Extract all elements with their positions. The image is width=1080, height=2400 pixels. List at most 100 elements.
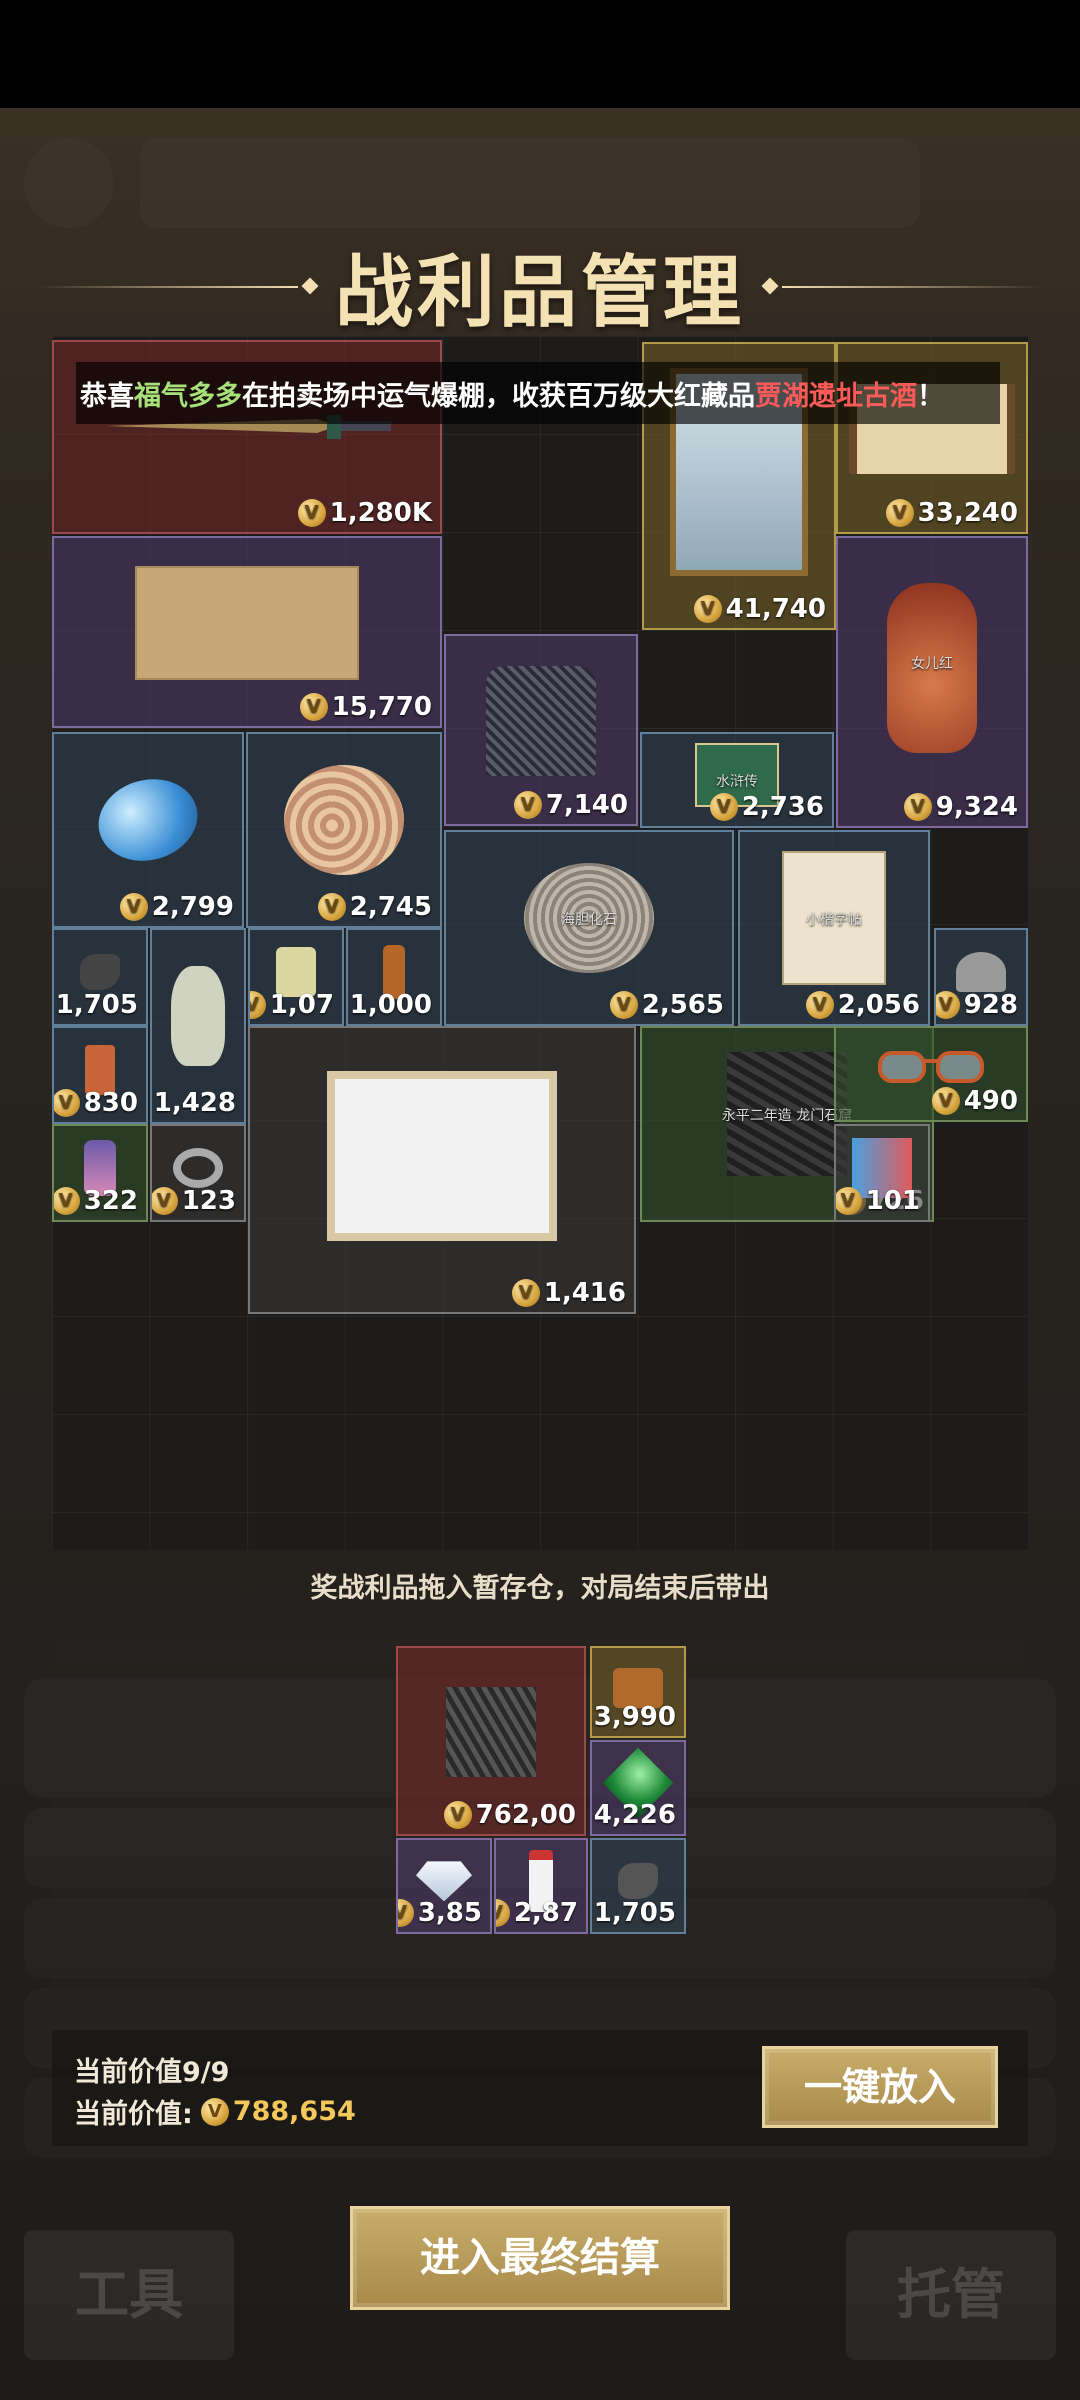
price-value: 101: [865, 1186, 920, 1216]
item-price: V 762,00: [443, 1800, 576, 1830]
title-area: 战利品管理: [0, 230, 1080, 340]
price-value: 1,705: [55, 990, 138, 1020]
ammonite-fossil-image: [284, 765, 404, 876]
banner-suffix: ！: [917, 380, 944, 412]
sea-urchin-fossil-label: 海胆化石: [561, 911, 617, 928]
item-price: V13,990: [592, 1702, 676, 1732]
framed-silk-image: [327, 1070, 557, 1241]
item-price: V 101: [836, 1186, 920, 1216]
price-value: 2,87: [513, 1898, 578, 1928]
loot-water-margin-book[interactable]: 水浒传 V 2,736: [640, 732, 834, 828]
loot-phone-case[interactable]: V 322: [52, 1124, 148, 1222]
item-price: V 7,140: [513, 790, 628, 820]
price-value: 762,00: [475, 1800, 576, 1830]
loot-mini-liquor[interactable]: V 830: [52, 1026, 148, 1124]
item-price: V 2,565: [609, 990, 724, 1020]
item-price: V1,07: [250, 990, 334, 1020]
price-value: 2,799: [151, 892, 234, 922]
price-value: 4,226: [593, 1800, 676, 1830]
loot-blue-gemstone[interactable]: V 2,799: [52, 732, 244, 928]
stored-mineral-ore-2[interactable]: V1,705: [590, 1838, 686, 1934]
nuerhong-wine-jar-label: 女儿红: [911, 656, 953, 673]
tab-auto[interactable]: 托管: [846, 2230, 1056, 2360]
loot-framed-silk[interactable]: V 1,416: [248, 1026, 636, 1314]
loot-anime-card[interactable]: V 101: [834, 1124, 930, 1222]
loot-sunglasses[interactable]: V 490: [834, 1026, 1028, 1122]
price-value: 41,740: [725, 594, 826, 624]
coin-icon: V: [152, 1187, 178, 1215]
item-price: V 2,799: [119, 892, 234, 922]
stored-moutai-bottle[interactable]: V2,87: [494, 1838, 588, 1934]
item-price: V2,87: [496, 1898, 578, 1928]
rock-tablet-label: 永平二年造 龙门石窟: [721, 1107, 853, 1124]
auto-place-button[interactable]: 一键放入: [762, 2046, 998, 2128]
loot-meteorite-stand[interactable]: V 928: [934, 928, 1028, 1026]
item-price: V 490: [931, 1086, 1018, 1116]
coin-icon: V: [511, 1279, 540, 1307]
banner-item: 贾湖遗址古酒: [755, 380, 917, 412]
coin-icon: V: [54, 1187, 80, 1215]
storage-hint: 奖战利品拖入暂存仓，对局结束后带出: [310, 1573, 770, 1604]
loot-porcelain-vase[interactable]: V1,428: [150, 928, 246, 1124]
price-value: 13,990: [592, 1702, 676, 1732]
coin-icon: V: [496, 1899, 510, 1927]
loot-tea-canister[interactable]: V1,07: [248, 928, 344, 1026]
loot-small-liquor-bottle[interactable]: V1,000: [346, 928, 442, 1026]
item-price: V3,85: [398, 1898, 482, 1928]
tab-tools[interactable]: 工具: [24, 2230, 234, 2360]
title-divider-right: [782, 286, 1044, 288]
loot-nuerhong-wine-jar[interactable]: 女儿红 V 9,324: [836, 536, 1028, 828]
loot-calligraphy-book[interactable]: 小楷字帖 V 2,056: [738, 830, 930, 1026]
stored-wing-fossil[interactable]: V 762,00: [396, 1646, 586, 1836]
item-price: V1,705: [592, 1898, 676, 1928]
price-value: 928: [963, 990, 1018, 1020]
tweed-jacket-image: [486, 665, 596, 776]
price-value: 490: [963, 1086, 1018, 1116]
stored-diamond[interactable]: V3,85: [396, 1838, 492, 1934]
loot-mineral-ore[interactable]: V1,705: [52, 928, 148, 1026]
coin-icon: V: [119, 893, 148, 921]
loot-metal-ring[interactable]: V 123: [150, 1124, 246, 1222]
item-price: V 123: [152, 1186, 236, 1216]
coin-icon: V: [836, 1187, 862, 1215]
price-value: 1,280K: [329, 498, 432, 528]
item-price: V 9,324: [903, 792, 1018, 822]
price-value: 7,140: [545, 790, 628, 820]
value-amount: 788,654: [232, 2096, 356, 2127]
coin-icon: V: [931, 1087, 960, 1115]
price-value: 123: [181, 1186, 236, 1216]
item-price: V 33,240: [885, 498, 1018, 528]
wing-fossil-image: [446, 1686, 536, 1777]
old-paper-document-image: [135, 565, 359, 680]
coin-icon: V: [609, 991, 638, 1019]
value-row: 当前价值: V 788,654: [74, 2092, 356, 2131]
item-price: V 15,770: [299, 692, 432, 722]
loot-sea-urchin-fossil[interactable]: 海胆化石 V 2,565: [444, 830, 734, 1026]
item-price: V 2,745: [317, 892, 432, 922]
stored-emerald[interactable]: V4,226: [590, 1740, 686, 1836]
item-price: V 2,736: [709, 792, 824, 822]
coin-icon: V: [200, 2097, 229, 2126]
loot-tweed-jacket[interactable]: V 7,140: [444, 634, 638, 826]
stored-bronze-box[interactable]: V13,990: [590, 1646, 686, 1738]
porcelain-vase-image: [171, 966, 225, 1067]
item-price: V1,000: [348, 990, 432, 1020]
loot-old-paper-document[interactable]: V 15,770: [52, 536, 442, 728]
sunglasses-image: [876, 1047, 986, 1091]
item-price: V 322: [54, 1186, 138, 1216]
final-settlement-button[interactable]: 进入最终结算: [350, 2206, 730, 2310]
loot-ammonite-fossil[interactable]: V 2,745: [246, 732, 442, 928]
coin-icon: V: [693, 595, 722, 623]
price-value: 9,324: [935, 792, 1018, 822]
calligraphy-book-label: 小楷字帖: [806, 911, 862, 928]
item-price: V 928: [936, 990, 1018, 1020]
metal-ring-image: [173, 1148, 223, 1189]
coin-icon: V: [54, 1089, 80, 1117]
item-price: V 1,280K: [297, 498, 432, 528]
coin-icon: V: [443, 1801, 472, 1829]
mineral-ore-image: [80, 954, 120, 991]
price-value: 2,565: [641, 990, 724, 1020]
blue-gemstone-image: [89, 768, 207, 872]
item-price: V 41,740: [693, 594, 826, 624]
item-price: V 2,056: [805, 990, 920, 1020]
